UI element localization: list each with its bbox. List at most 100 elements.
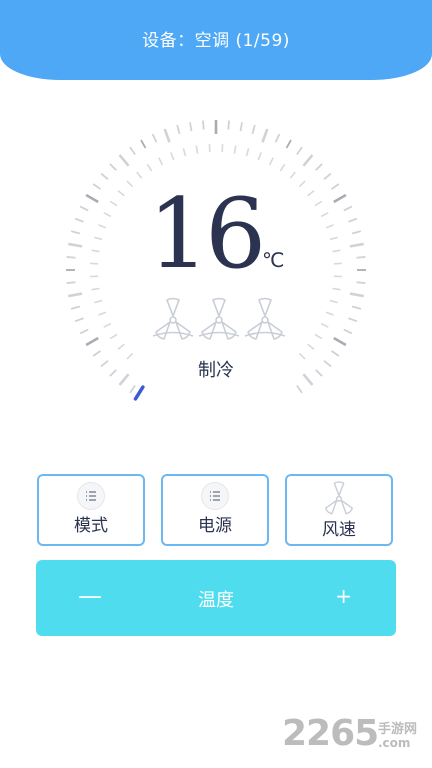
dial-inner-tick [289, 171, 296, 179]
dial-tick [348, 217, 358, 223]
dial-tick [176, 124, 181, 135]
power-button-label: 电源 [198, 516, 232, 536]
dial-tick [109, 163, 117, 171]
fan-speed-button[interactable]: 风速 [285, 474, 393, 546]
dial-tick [356, 256, 366, 259]
mode-button-label: 模式 [74, 516, 108, 536]
temperature-value: 16 [148, 178, 266, 290]
dial-tick [302, 154, 314, 167]
watermark-url: .com [378, 736, 411, 750]
dial-tick [323, 172, 332, 181]
fan-speed-button-label: 风速 [322, 520, 356, 540]
dial-inner-tick [332, 287, 341, 291]
dial-tick [285, 139, 292, 149]
dial-tick [351, 305, 362, 310]
dial-tick [348, 317, 358, 323]
dial-tick [296, 146, 303, 156]
temperature-control-bar: — 温度 + [36, 560, 396, 636]
dial-tick [202, 120, 205, 130]
dial-inner-tick [320, 322, 329, 328]
dial-inner-tick [136, 171, 143, 179]
dial-inner-tick [245, 148, 250, 157]
dial-inner-tick [109, 333, 118, 340]
dial-tick [118, 154, 130, 167]
dial-tick [296, 384, 303, 394]
dial-tick [274, 133, 281, 143]
dial-inner-tick [307, 343, 315, 350]
dial-inner-tick [279, 163, 286, 172]
dial-inner-tick [314, 200, 323, 207]
dial-inner-tick [329, 236, 338, 241]
dial-inner-tick [91, 287, 100, 291]
dial-inner-tick [98, 224, 107, 229]
dial-tick [129, 146, 136, 156]
app-header: 设备：空调 (1/59) [0, 0, 432, 80]
dial-tick [100, 172, 109, 181]
dial-inner-tick [94, 236, 103, 241]
dial-tick [251, 124, 256, 135]
dial-tick [79, 328, 89, 335]
dial-tick [163, 128, 171, 143]
mode-button[interactable]: 模式 [37, 474, 145, 546]
dial-inner-tick [325, 311, 334, 316]
dial-inner-tick [170, 152, 175, 161]
fan-icon [152, 297, 194, 340]
dial-tick [261, 128, 269, 143]
list-icon [201, 482, 229, 510]
device-title: 设备：空调 (1/59) [142, 31, 290, 51]
dial-tick [74, 217, 84, 223]
dial-inner-tick [146, 163, 153, 172]
dial-inner-tick [332, 249, 341, 253]
dial-inner-tick [126, 180, 134, 188]
dial-inner-tick [314, 333, 323, 340]
dial-tick [349, 292, 364, 298]
increase-temperature-button[interactable]: + [335, 586, 352, 606]
dial-inner-tick [257, 152, 262, 161]
dial-inner-tick [91, 249, 100, 253]
watermark-logo: 2265 手游网 .com [282, 716, 430, 762]
dial-tick [66, 281, 76, 284]
dial-inner-tick [109, 200, 118, 207]
dial-tick [349, 242, 364, 248]
dial-inner-tick [268, 157, 274, 166]
dial-tick [129, 384, 136, 394]
dial-tick [343, 328, 353, 335]
list-icon [77, 482, 105, 510]
dial-tick [333, 336, 347, 347]
dial-inner-tick [307, 190, 315, 197]
dial-tick [315, 163, 323, 171]
dial-inner-tick [298, 180, 306, 188]
dial-inner-tick [117, 343, 125, 350]
dial-tick [356, 281, 366, 284]
dial-tick [66, 256, 76, 259]
dial-tick [70, 230, 81, 235]
watermark-site-name: 手游网 [378, 722, 418, 737]
dial-tick [330, 183, 340, 190]
dial-inner-tick [320, 212, 329, 218]
dial-tick [85, 193, 99, 204]
dial-inner-tick [233, 145, 237, 154]
mode-status: 制冷 [198, 360, 234, 381]
temperature-unit: ℃ [262, 248, 285, 272]
dial-inner-tick [158, 157, 164, 166]
fan-icon [324, 481, 354, 515]
dial-tick [140, 139, 147, 149]
dial-tick [68, 292, 83, 298]
dial-tick [70, 305, 81, 310]
dial-inner-tick [94, 299, 103, 304]
dial-tick [189, 122, 193, 132]
watermark-number: 2265 [282, 713, 379, 754]
dial-inner-tick [329, 299, 338, 304]
dial-inner-tick [103, 212, 112, 218]
dial-tick [68, 242, 83, 248]
dial-tick [92, 183, 102, 190]
dial-tick [85, 336, 99, 347]
dial-tick [343, 205, 353, 212]
dial-tick [351, 230, 362, 235]
dial-tick [151, 133, 158, 143]
dial-tick [74, 317, 84, 323]
dial-tick [333, 193, 347, 204]
power-button[interactable]: 电源 [161, 474, 269, 546]
dial-inner-tick [98, 311, 107, 316]
dial-tick [239, 122, 243, 132]
